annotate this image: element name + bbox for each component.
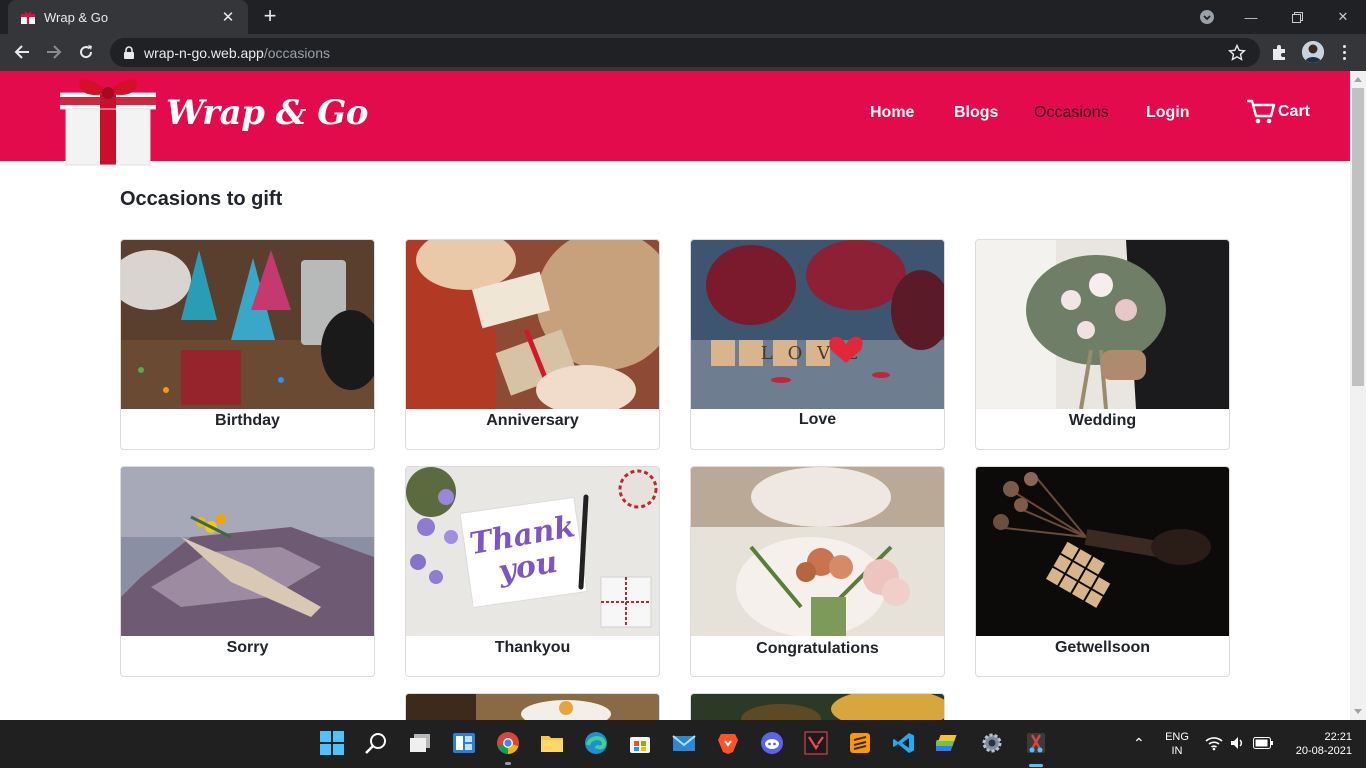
edge-icon[interactable]	[583, 730, 609, 756]
show-hidden-icons-chevron-icon[interactable]: ⌃	[1133, 736, 1145, 750]
bluestacks-icon[interactable]	[935, 730, 961, 756]
occasion-card-anniversary[interactable]: Anniversary	[405, 239, 660, 450]
browser-menu-icon[interactable]	[1336, 40, 1352, 64]
browser-tab-strip: Wrap & Go ✕ + — ✕	[0, 0, 1366, 34]
search-icon[interactable]	[363, 730, 389, 756]
bookmark-star-icon[interactable]	[1228, 44, 1246, 62]
settings-gear-icon[interactable]	[979, 730, 1005, 756]
occasion-label: Congratulations	[756, 640, 879, 657]
clock-date: 20-08-2021	[1295, 745, 1352, 757]
address-bar[interactable]: wrap-n-go.web.app/occasions	[110, 38, 1260, 67]
occasion-label: Love	[798, 411, 837, 428]
active-app-indicator	[1029, 764, 1043, 767]
windows-taskbar: ⌃ ENG IN 22:21 20-08-2021	[0, 720, 1366, 768]
occasion-label: Anniversary	[486, 412, 579, 429]
chrome-icon[interactable]	[495, 730, 521, 756]
restore-icon[interactable]	[1274, 0, 1320, 34]
tab-title: Wrap & Go	[44, 9, 109, 25]
page-title: Occasions to gift	[120, 188, 283, 210]
food-photo	[406, 694, 659, 720]
page-viewport: Wrap & Go Home Blogs Occasions Login Car…	[0, 71, 1350, 720]
occasion-label: Thankyou	[494, 639, 571, 656]
browser-toolbar: wrap-n-go.web.app/occasions	[0, 34, 1366, 71]
back-arrow-icon[interactable]	[8, 38, 36, 66]
snipping-tool-icon[interactable]	[1023, 730, 1049, 756]
new-tab-icon[interactable]: +	[258, 5, 282, 28]
thankyou-photo: Thankyou	[406, 467, 659, 636]
url-path: /occasions	[263, 44, 331, 61]
window-controls: — ✕	[1228, 0, 1366, 34]
occasion-label: Getwellsoon	[1054, 639, 1151, 656]
battery-icon[interactable]	[1252, 732, 1274, 754]
page-scrollbar[interactable]	[1350, 71, 1366, 720]
nav-blogs[interactable]: Blogs	[954, 104, 998, 122]
scrollbar-thumb[interactable]	[1352, 88, 1364, 386]
anniversary-photo	[406, 240, 659, 409]
browser-tab[interactable]: Wrap & Go ✕	[8, 0, 248, 34]
golden-photo	[691, 694, 944, 720]
nav-home[interactable]: Home	[870, 104, 914, 122]
minimize-icon[interactable]: —	[1228, 0, 1274, 34]
occasion-card-getwellsoon[interactable]: Getwellsoon	[975, 466, 1230, 677]
language-label: ENG	[1165, 731, 1189, 743]
occasion-label: Sorry	[226, 639, 269, 656]
occasion-card-congratulations[interactable]: Congratulations	[690, 466, 945, 677]
occasion-card-thankyou[interactable]: Thankyou Thankyou	[405, 466, 660, 677]
discord-icon[interactable]	[759, 730, 785, 756]
occasion-card-birthday[interactable]: Birthday	[120, 239, 375, 450]
congratulations-photo	[691, 467, 944, 636]
occasion-card-row3-b[interactable]	[690, 693, 945, 720]
mail-icon[interactable]	[671, 730, 697, 756]
shopping-cart-icon	[1247, 99, 1276, 124]
cart-label: Cart	[1278, 103, 1311, 120]
file-explorer-icon[interactable]	[539, 730, 565, 756]
chrome-running-indicator	[505, 762, 511, 765]
getwellsoon-photo	[976, 467, 1229, 636]
microsoft-store-icon[interactable]	[627, 730, 653, 756]
clock-time: 22:21	[1324, 731, 1352, 743]
occasion-card-wedding[interactable]: Wedding	[975, 239, 1230, 450]
site-logo-text[interactable]: Wrap & Go	[166, 93, 368, 133]
occasion-label: Birthday	[215, 412, 280, 429]
occasion-card-sorry[interactable]: Sorry	[120, 466, 375, 677]
occasion-card-row3-a[interactable]	[405, 693, 660, 720]
scroll-down-arrow-icon[interactable]	[1354, 709, 1362, 714]
region-label: IN	[1171, 745, 1183, 757]
lock-icon	[124, 45, 134, 59]
scroll-up-arrow-icon[interactable]	[1354, 77, 1362, 82]
widgets-icon[interactable]	[451, 730, 477, 756]
clock[interactable]: 22:21 20-08-2021	[1282, 730, 1352, 758]
nav-occasions[interactable]: Occasions	[1034, 104, 1109, 122]
reload-icon[interactable]	[72, 38, 100, 66]
wedding-photo	[976, 240, 1229, 409]
profile-avatar[interactable]	[1302, 41, 1324, 63]
task-view-icon[interactable]	[407, 730, 433, 756]
sorry-photo	[121, 467, 374, 636]
extensions-puzzle-icon[interactable]	[1270, 42, 1290, 62]
tab-search-icon[interactable]	[1196, 7, 1218, 27]
close-window-icon[interactable]: ✕	[1320, 0, 1366, 34]
volume-icon[interactable]	[1228, 732, 1246, 754]
site-header: Wrap & Go Home Blogs Occasions Login Car…	[0, 71, 1350, 166]
forward-arrow-icon[interactable]	[40, 38, 68, 66]
gift-box-logo-icon[interactable]	[60, 71, 156, 167]
wifi-icon[interactable]	[1204, 732, 1224, 754]
occasion-label: Wedding	[1068, 412, 1137, 429]
gift-favicon-icon	[21, 11, 35, 24]
nav-login[interactable]: Login	[1146, 104, 1190, 122]
birthday-photo	[121, 240, 374, 409]
love-photo: LOVE	[691, 240, 944, 409]
start-windows-icon[interactable]	[319, 730, 345, 756]
occasion-card-love[interactable]: LOVE Love	[690, 239, 945, 450]
cart-link[interactable]: Cart	[1246, 98, 1310, 126]
sublime-text-icon[interactable]	[847, 730, 873, 756]
language-indicator[interactable]: ENG IN	[1163, 730, 1191, 758]
brave-icon[interactable]	[715, 730, 741, 756]
close-tab-icon[interactable]: ✕	[218, 8, 238, 26]
valorant-icon[interactable]	[803, 730, 829, 756]
vscode-icon[interactable]	[891, 730, 917, 756]
url-host: wrap-n-go.web.app	[144, 44, 264, 61]
